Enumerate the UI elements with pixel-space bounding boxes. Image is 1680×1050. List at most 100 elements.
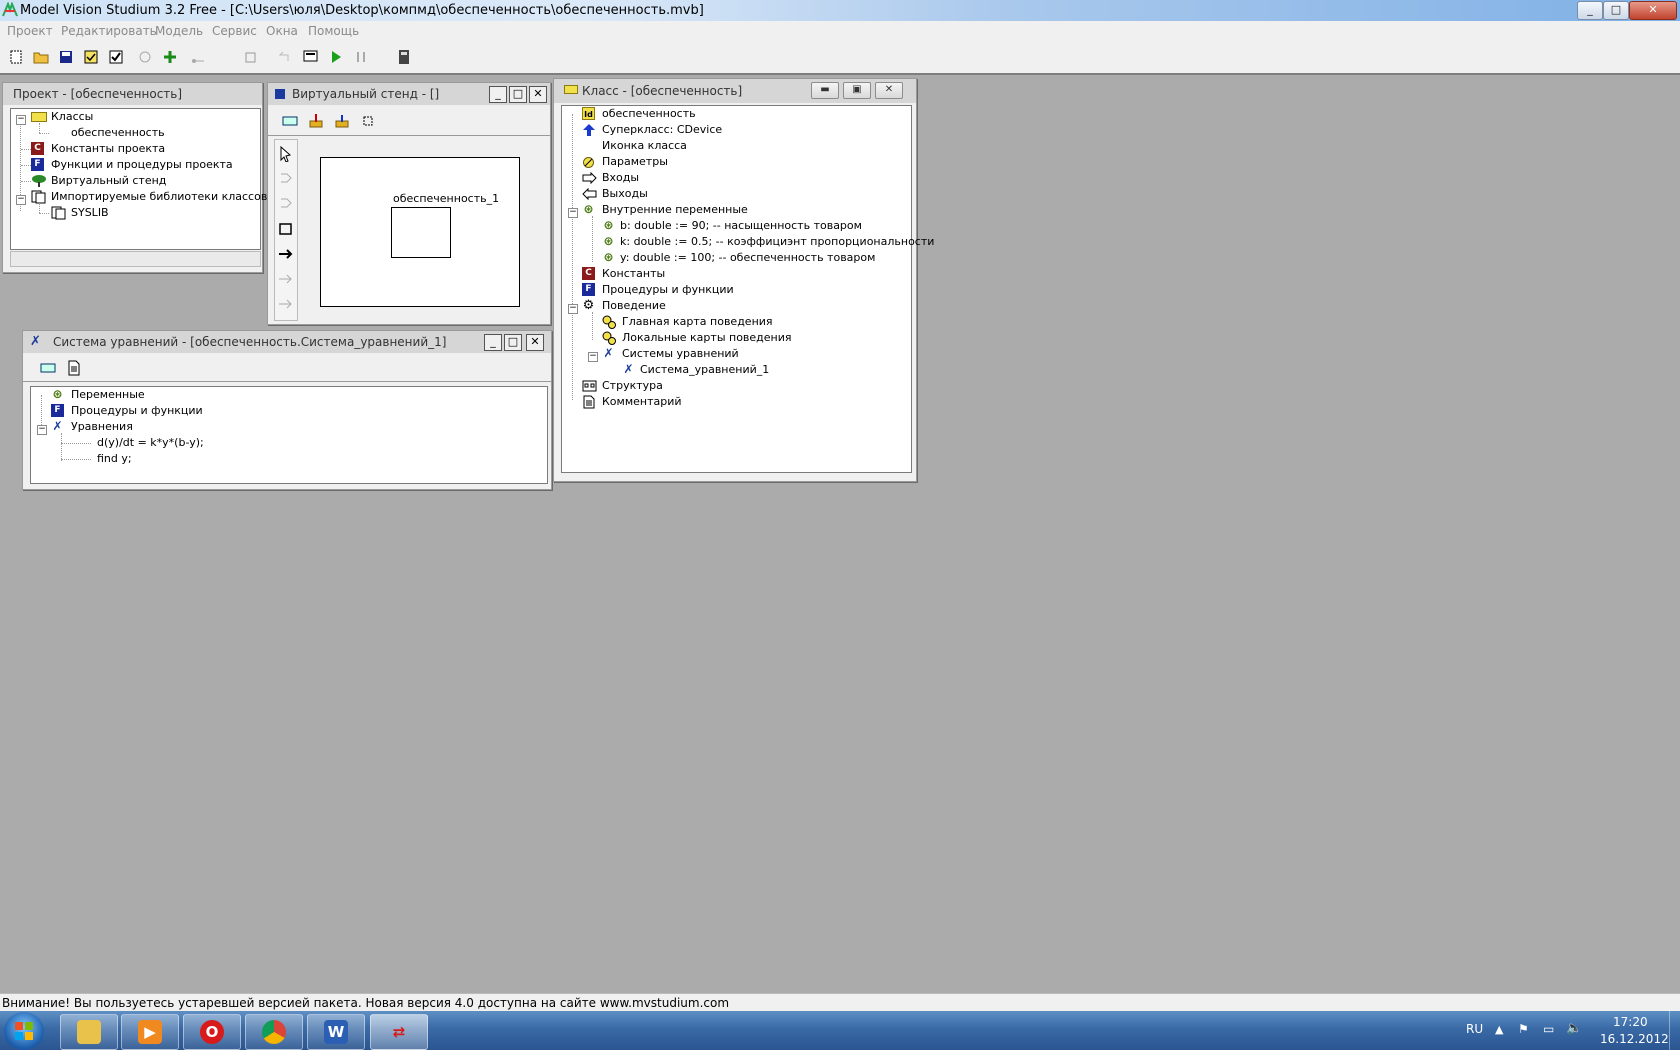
- close-button[interactable]: ✕: [1629, 1, 1677, 20]
- block-tool-icon[interactable]: [278, 221, 294, 237]
- equations-minimize-button[interactable]: _: [484, 334, 502, 351]
- equations-window: ✗ Система уравнений - [обеспеченность.Си…: [22, 330, 552, 490]
- tree-label: Главная карта поведения: [622, 315, 773, 328]
- clock-time[interactable]: 17:20: [1613, 1015, 1648, 1029]
- stand-maximize-button[interactable]: □: [509, 86, 527, 103]
- tree-label: Процедуры и функции: [71, 404, 203, 417]
- mvstudium-icon: ⇄: [392, 1023, 406, 1041]
- project-tree-scrollbar[interactable]: [10, 251, 261, 267]
- add-class-icon: [139, 51, 151, 63]
- equations-window-caption[interactable]: ✗ Система уравнений - [обеспеченность.Си…: [23, 331, 551, 353]
- variable-icon: ⊛: [603, 250, 614, 264]
- class-close-button[interactable]: ✕: [875, 82, 903, 99]
- open-icon[interactable]: [33, 49, 49, 65]
- variable-icon: ⊛: [603, 218, 614, 232]
- taskbar-mvstudium[interactable]: ⇄: [370, 1014, 428, 1050]
- tree-label: Системы уравнений: [622, 347, 739, 360]
- collapse-libraries-toggle[interactable]: −: [16, 195, 26, 205]
- app-title: Model Vision Studium 3.2 Free - [C:\User…: [20, 3, 704, 18]
- taskbar-chrome[interactable]: [245, 1014, 303, 1050]
- tree-label: обеспеченность: [71, 126, 165, 139]
- input-tool-icon: [281, 173, 292, 183]
- tree-label: Константы: [602, 267, 666, 280]
- model-block[interactable]: [391, 207, 451, 258]
- tree-label: Иконка класса: [602, 139, 687, 152]
- collapse-behavior-toggle[interactable]: −: [568, 304, 578, 314]
- equations-icon: ✗: [623, 362, 634, 376]
- class-window-caption[interactable]: Класс - [обеспеченность] ▬ ▣ ✕: [554, 79, 916, 103]
- collapse-equations-toggle[interactable]: −: [37, 425, 47, 435]
- calculator-icon[interactable]: [396, 49, 412, 65]
- tree-label: Входы: [602, 171, 640, 184]
- tree-label: b: double := 90; -- насыщенность товаром: [620, 219, 862, 232]
- variables-icon: ⊛: [52, 387, 63, 401]
- show-desktop-button[interactable]: [1669, 1011, 1680, 1050]
- collapse-internal-vars-toggle[interactable]: −: [568, 208, 578, 218]
- taskbar-opera[interactable]: O: [183, 1014, 241, 1050]
- media-player-icon: ▶: [138, 1020, 162, 1044]
- stand-canvas[interactable]: обеспеченность_1: [320, 157, 520, 307]
- taskbar-media-player[interactable]: ▶: [121, 1014, 179, 1050]
- stand-view-icon[interactable]: [282, 113, 298, 129]
- menu-service[interactable]: Сервис: [212, 24, 257, 38]
- new-project-icon[interactable]: [8, 49, 24, 65]
- minimize-button[interactable]: _: [1577, 1, 1603, 20]
- block-label: обеспеченность_1: [393, 192, 500, 205]
- id-icon: Id: [582, 107, 595, 120]
- tree-label: Поведение: [602, 299, 666, 312]
- virtual-stand-caption[interactable]: Виртуальный стенд - [] _ □ ✕: [268, 83, 550, 105]
- windows-logo-icon: [15, 1022, 33, 1040]
- app-title-bar: Model Vision Studium 3.2 Free - [C:\User…: [0, 0, 1680, 21]
- stand-import-icon[interactable]: [308, 113, 324, 129]
- menu-edit[interactable]: Редактировать: [61, 24, 157, 38]
- network-icon[interactable]: ▭: [1543, 1022, 1554, 1036]
- check-list-icon[interactable]: [83, 49, 99, 65]
- collapse-equation-systems-toggle[interactable]: −: [588, 352, 598, 362]
- tray-expand-icon[interactable]: ▲: [1495, 1023, 1503, 1036]
- project-window-title: Проект - [обеспеченность]: [13, 87, 183, 101]
- project-window-caption[interactable]: Проект - [обеспеченность]: [3, 83, 262, 105]
- tree-label: Суперкласс: CDevice: [602, 123, 723, 136]
- inputs-arrow-icon: [582, 172, 597, 184]
- app-icon: [2, 2, 18, 17]
- class-restore-button[interactable]: ▣: [843, 82, 871, 99]
- start-button[interactable]: [4, 1012, 44, 1050]
- maximize-button[interactable]: □: [1603, 1, 1629, 20]
- stand-settings-icon[interactable]: [360, 113, 376, 129]
- action-center-flag-icon[interactable]: ⚑: [1518, 1022, 1529, 1036]
- taskbar-word[interactable]: W: [307, 1014, 365, 1050]
- language-indicator[interactable]: RU: [1466, 1022, 1483, 1036]
- add-green-icon[interactable]: [162, 49, 178, 65]
- stand-minimize-button[interactable]: _: [489, 86, 507, 103]
- check-icon[interactable]: [108, 49, 124, 65]
- equation-line[interactable]: d(y)/dt = k*y*(b-y);: [97, 435, 204, 451]
- menu-help[interactable]: Помощь: [308, 24, 359, 38]
- class-minimize-button[interactable]: ▬: [811, 82, 839, 99]
- build-icon[interactable]: [303, 49, 319, 65]
- equations-maximize-button[interactable]: □: [504, 334, 522, 351]
- volume-icon[interactable]: 🔈: [1566, 1021, 1582, 1036]
- taskbar: ▶ O W ⇄ RU ▲ ⚑ ▭ 🔈 17:20 16.12.2012: [0, 1011, 1680, 1050]
- menu-model[interactable]: Модель: [155, 24, 203, 38]
- save-icon[interactable]: [58, 49, 74, 65]
- tree-label: d(y)/dt = k*y*(b-y);: [97, 436, 204, 449]
- link-tool-icon[interactable]: [278, 246, 294, 262]
- tree-item-class-obespechennost[interactable]: обеспеченность: [71, 125, 165, 141]
- tree-label: Внутренние переменные: [602, 203, 748, 216]
- tree-label: Параметры: [602, 155, 668, 168]
- stand-export-icon[interactable]: [334, 113, 350, 129]
- collapse-classes-toggle[interactable]: −: [16, 115, 26, 125]
- tree-label: Импортируемые библиотеки классов: [51, 190, 268, 203]
- equations-close-button[interactable]: ✕: [526, 334, 544, 351]
- taskbar-explorer[interactable]: [60, 1014, 118, 1050]
- equation-find[interactable]: find y;: [97, 451, 132, 467]
- clock-date[interactable]: 16.12.2012: [1600, 1032, 1669, 1046]
- status-bar: Внимание! Вы пользуетесь устаревшей верс…: [0, 993, 1680, 1012]
- menu-windows[interactable]: Окна: [266, 24, 298, 38]
- menu-project[interactable]: Проект: [7, 24, 53, 38]
- equations-view-icon[interactable]: [40, 360, 56, 376]
- document-icon[interactable]: [66, 360, 82, 376]
- pointer-tool-icon[interactable]: [278, 146, 294, 162]
- run-icon[interactable]: [328, 49, 344, 65]
- stand-close-button[interactable]: ✕: [529, 86, 547, 103]
